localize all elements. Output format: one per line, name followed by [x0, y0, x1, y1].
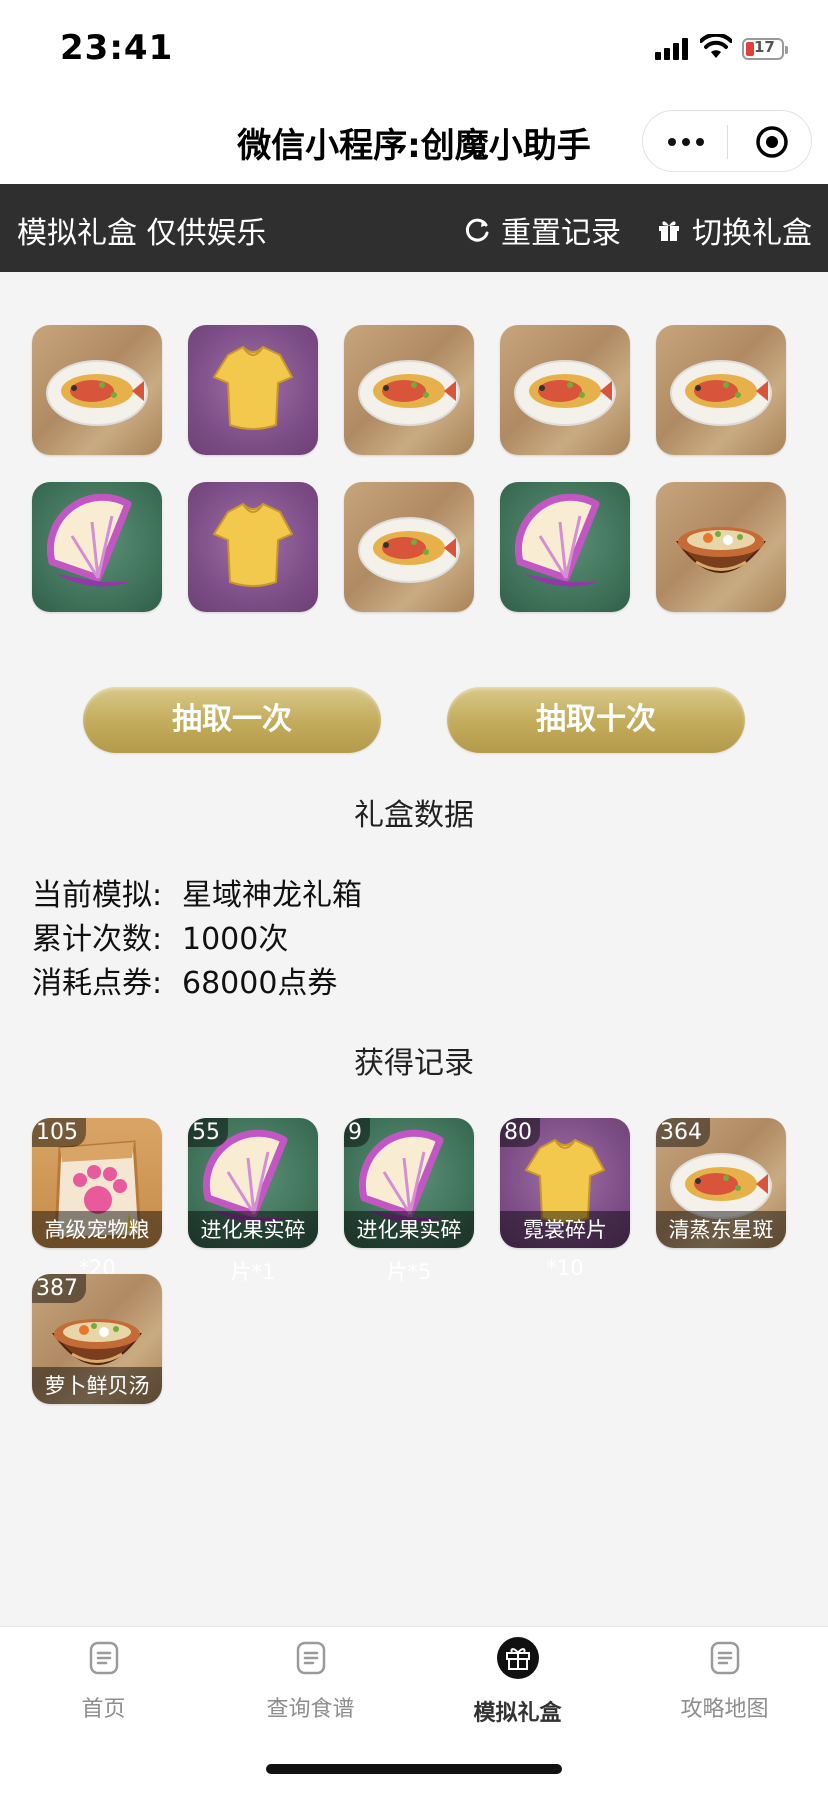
home-indicator	[266, 1764, 562, 1774]
stat-count-label: 累计次数:	[32, 922, 163, 957]
record-name: 高级宠物粮	[32, 1211, 162, 1248]
toolbar: 模拟礼盒 仅供娱乐 重置记录 切换礼盒	[0, 184, 828, 272]
record-item: 364 清蒸东星斑	[656, 1118, 786, 1248]
status-time: 23:41	[60, 28, 174, 68]
document-icon	[89, 1641, 118, 1675]
result-evolution-fruit-icon	[500, 482, 630, 612]
battery-icon: 17	[742, 38, 788, 60]
record-item: 105 高级宠物粮	[32, 1118, 162, 1248]
switch-giftbox-label: 切换礼盒	[692, 216, 812, 251]
result-fish-dish-icon	[344, 482, 474, 612]
stat-cost-label: 消耗点券:	[32, 966, 163, 1001]
record-count: 55	[188, 1118, 228, 1147]
close-target-icon[interactable]	[755, 125, 789, 159]
record-name: 萝卜鲜贝汤	[32, 1367, 162, 1404]
record-name-overflow: 片*1	[230, 1260, 276, 1284]
more-dots-icon[interactable]	[668, 133, 708, 151]
cellular-signal-icon	[655, 38, 689, 60]
result-fish-dish-icon	[500, 325, 630, 455]
record-name: 霓裳碎片	[500, 1211, 630, 1248]
stats-title: 礼盒数据	[354, 798, 474, 833]
stat-cost-value: 68000点券	[182, 966, 338, 1001]
record-count: 387	[32, 1274, 86, 1303]
record-count: 80	[500, 1118, 540, 1147]
result-shirt-fragment-icon	[188, 482, 318, 612]
switch-giftbox-button[interactable]: 切换礼盒	[656, 208, 812, 252]
capsule-divider	[727, 125, 728, 159]
stat-count: 累计次数: 1000次	[32, 914, 288, 958]
stat-cost: 消耗点券: 68000点券	[32, 958, 337, 1002]
record-name: 进化果实碎	[188, 1211, 318, 1248]
record-item: 387 萝卜鲜贝汤	[32, 1274, 162, 1404]
document-icon	[710, 1641, 739, 1675]
result-shirt-fragment-icon	[188, 325, 318, 455]
tab-map[interactable]: 攻略地图	[621, 1641, 828, 1723]
wifi-icon	[700, 34, 732, 58]
record-name: 清蒸东星斑	[656, 1211, 786, 1248]
tab-home-label: 首页	[81, 1697, 126, 1722]
reset-records-button[interactable]: 重置记录	[465, 208, 621, 252]
record-name-overflow: 片*5	[386, 1260, 432, 1284]
reset-records-label: 重置记录	[501, 216, 621, 251]
tab-giftbox[interactable]: 模拟礼盒	[414, 1637, 621, 1727]
refresh-icon	[465, 218, 489, 242]
gift-icon	[496, 1637, 539, 1679]
draw-once-button[interactable]: 抽取一次	[83, 687, 381, 753]
records-title: 获得记录	[354, 1046, 474, 1081]
battery-level: 17	[754, 38, 775, 56]
status-bar: 23:41 17	[0, 0, 828, 100]
record-count: 364	[656, 1118, 710, 1147]
tab-map-label: 攻略地图	[680, 1697, 769, 1722]
record-count: 105	[32, 1118, 86, 1147]
tab-giftbox-label: 模拟礼盒	[473, 1701, 562, 1726]
record-item: 80 霓裳碎片	[500, 1118, 630, 1248]
result-evolution-fruit-icon	[32, 482, 162, 612]
stat-count-value: 1000次	[182, 922, 289, 957]
mini-program-title-bar: 微信小程序:创魔小助手	[0, 100, 828, 184]
stat-current: 当前模拟: 星域神龙礼箱	[32, 870, 362, 914]
tab-home[interactable]: 首页	[0, 1641, 207, 1723]
stat-current-label: 当前模拟:	[32, 878, 163, 913]
result-fish-dish-icon	[656, 325, 786, 455]
capsule-menu	[642, 110, 812, 172]
tab-recipes[interactable]: 查询食谱	[207, 1641, 414, 1723]
record-count: 9	[344, 1118, 370, 1147]
draw-ten-button[interactable]: 抽取十次	[447, 687, 745, 753]
record-name: 进化果实碎	[344, 1211, 474, 1248]
result-fish-dish-icon	[344, 325, 474, 455]
toolbar-title: 模拟礼盒 仅供娱乐	[17, 216, 267, 251]
result-fish-dish-icon	[32, 325, 162, 455]
stat-current-value: 星域神龙礼箱	[182, 878, 362, 913]
record-item: 55 进化果实碎	[188, 1118, 318, 1248]
gift-icon	[659, 221, 679, 241]
record-name-overflow: *10	[546, 1256, 584, 1280]
document-icon	[296, 1641, 325, 1675]
record-item: 9 进化果实碎	[344, 1118, 474, 1248]
tab-recipes-label: 查询食谱	[266, 1697, 355, 1722]
result-soup-bowl-icon	[656, 482, 786, 612]
